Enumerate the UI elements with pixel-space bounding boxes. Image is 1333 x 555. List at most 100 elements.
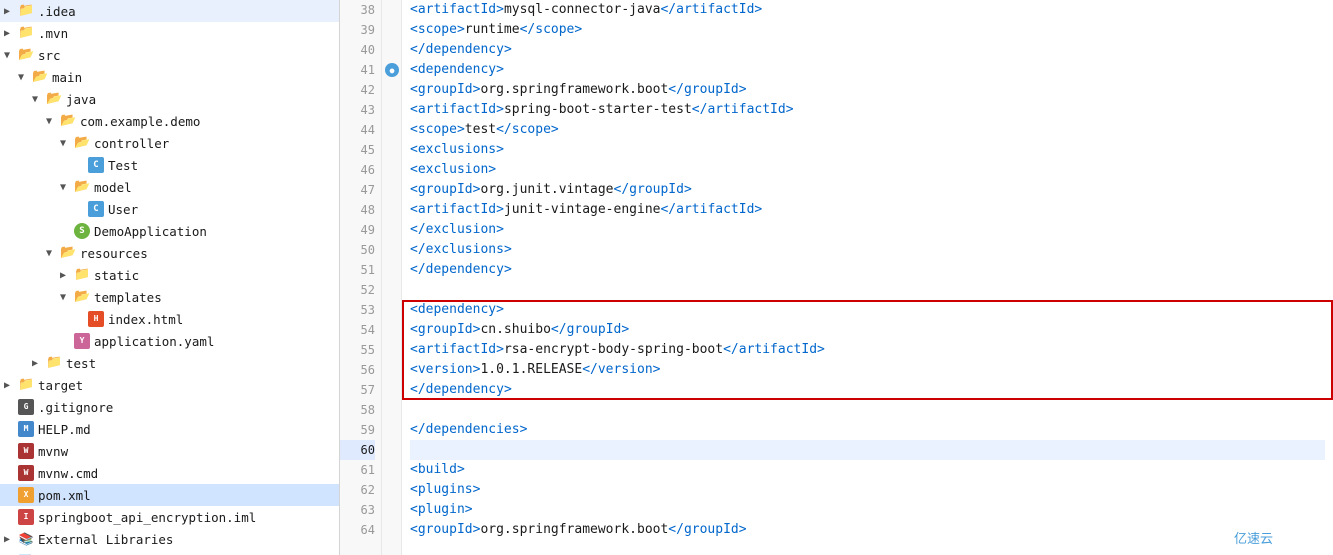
folder-java-icon: 📂 [46,91,62,107]
sidebar-item-iml[interactable]: Ispringboot_api_encryption.iml [0,506,339,528]
code-line: <groupId>cn.shuibo</groupId> [410,320,1325,340]
tree-arrow [60,138,74,149]
sidebar-item-appyaml[interactable]: Yapplication.yaml [0,330,339,352]
code-line: <scope>runtime</scope> [410,20,1325,40]
sidebar-item-label: target [38,378,339,393]
sidebar-item-idea[interactable]: 📁 .idea [0,0,339,22]
line-number: 57 [340,380,375,400]
code-line: <dependency> [410,300,1325,320]
folder-icon: 📁 [74,267,90,283]
line-number: 51 [340,260,375,280]
code-line: </dependencies> [410,420,1325,440]
sidebar-item-mvnwcmd[interactable]: Wmvnw.cmd [0,462,339,484]
sidebar-item-resources[interactable]: 📂resources [0,242,339,264]
sidebar-item-static[interactable]: 📁 static [0,264,339,286]
code-line: </dependency> [410,380,1325,400]
sidebar-item-label: controller [94,136,339,151]
scratches-and-consoles[interactable]: 📝Scratches and Consoles [0,550,339,555]
sidebar-item-controller[interactable]: 📂controller [0,132,339,154]
mvn-icon: W [18,465,34,481]
sidebar-item-label: DemoApplication [94,224,339,239]
line-number: 56 [340,360,375,380]
sidebar-item-gitignore[interactable]: G .gitignore [0,396,339,418]
code-line: <dependency> [410,60,1325,80]
html-icon: H [88,311,104,327]
sidebar-item-indexhtml[interactable]: Hindex.html [0,308,339,330]
sidebar-item-label: index.html [108,312,339,327]
sidebar-item-label: HELP.md [38,422,339,437]
gitignore-icon: G [18,399,34,415]
code-line: <artifactId>rsa-encrypt-body-spring-boot… [410,340,1325,360]
tree-arrow [18,72,32,83]
sidebar-item-mvnw[interactable]: Wmvnw [0,440,339,462]
line-number: 63 [340,500,375,520]
mvn-icon: W [18,443,34,459]
line-number: 41 [340,60,375,80]
sidebar-item-User[interactable]: CUser [0,198,339,220]
folder-res-icon: 📂 [60,245,76,261]
code-line: </dependency> [410,260,1325,280]
sidebar-item-label: pom.xml [38,488,339,503]
line-number: 45 [340,140,375,160]
folder-tpl-icon: 📂 [74,289,90,305]
line-number: 58 [340,400,375,420]
code-line: </exclusions> [410,240,1325,260]
tree-arrow [32,358,46,369]
tree-arrow [60,292,74,303]
sidebar-item-test[interactable]: 📁test [0,352,339,374]
code-line: </exclusion> [410,220,1325,240]
sidebar-item-main[interactable]: 📂main [0,66,339,88]
line-number: 60 [340,440,375,460]
sidebar-item-label: static [94,268,339,283]
sidebar-item-label: test [66,356,339,371]
sidebar-item-mvn[interactable]: 📁.mvn [0,22,339,44]
tree-arrow [4,50,18,61]
line-number: 39 [340,20,375,40]
sidebar-item-com[interactable]: 📂com.example.demo [0,110,339,132]
tree-arrow [4,28,18,39]
sidebar-item-pomxml[interactable]: Xpom.xml [0,484,339,506]
tree-arrow [60,270,74,281]
gutter-marker: ● [385,63,399,77]
ext-lib-icon: 📚 [18,531,34,547]
tree-arrow [4,6,18,17]
tree-arrow [46,116,60,127]
tree-arrow [4,380,18,391]
line-number: 43 [340,100,375,120]
sidebar-item-label: .idea [38,4,339,19]
watermark: 亿速云 [1234,528,1273,547]
line-number: 54 [340,320,375,340]
sidebar-item-target[interactable]: 📁target [0,374,339,396]
code-line: <groupId>org.junit.vintage</groupId> [410,180,1325,200]
sidebar-item-src[interactable]: 📂src [0,44,339,66]
sidebar-item-java[interactable]: 📂 java [0,88,339,110]
line-number: 46 [340,160,375,180]
file-tree[interactable]: 📁 .idea 📁.mvn📂src📂main 📂 java 📂com.example.de… [0,0,340,555]
class-icon: C [88,201,104,217]
line-number: 47 [340,180,375,200]
sidebar-item-label: model [94,180,339,195]
code-content[interactable]: <artifactId>mysql-connector-java</artifa… [402,0,1333,555]
sidebar-item-helpmd[interactable]: MHELP.md [0,418,339,440]
class-icon: C [88,157,104,173]
folder-icon: 📂 [74,179,90,195]
line-number: 52 [340,280,375,300]
ext-lib-label: External Libraries [38,532,339,547]
line-number: 59 [340,420,375,440]
folder-icon: 📁 [18,3,34,19]
sidebar-item-Test[interactable]: CTest [0,154,339,176]
line-number: 38 [340,0,375,20]
sidebar-item-label: java [66,92,339,107]
line-number: 42 [340,80,375,100]
sidebar-item-templates[interactable]: 📂templates [0,286,339,308]
code-line: <version>1.0.1.RELEASE</version> [410,360,1325,380]
folder-icon: 📂 [60,113,76,129]
external-libraries[interactable]: 📚 External Libraries [0,528,339,550]
line-number: 61 [340,460,375,480]
code-line: <plugins> [410,480,1325,500]
code-line: <groupId>org.springframework.boot</group… [410,520,1325,540]
sidebar-item-model[interactable]: 📂 model [0,176,339,198]
sidebar-item-DemoApp[interactable]: SDemoApplication [0,220,339,242]
ext-arrow [4,534,18,545]
sidebar-item-label: .gitignore [38,400,339,415]
